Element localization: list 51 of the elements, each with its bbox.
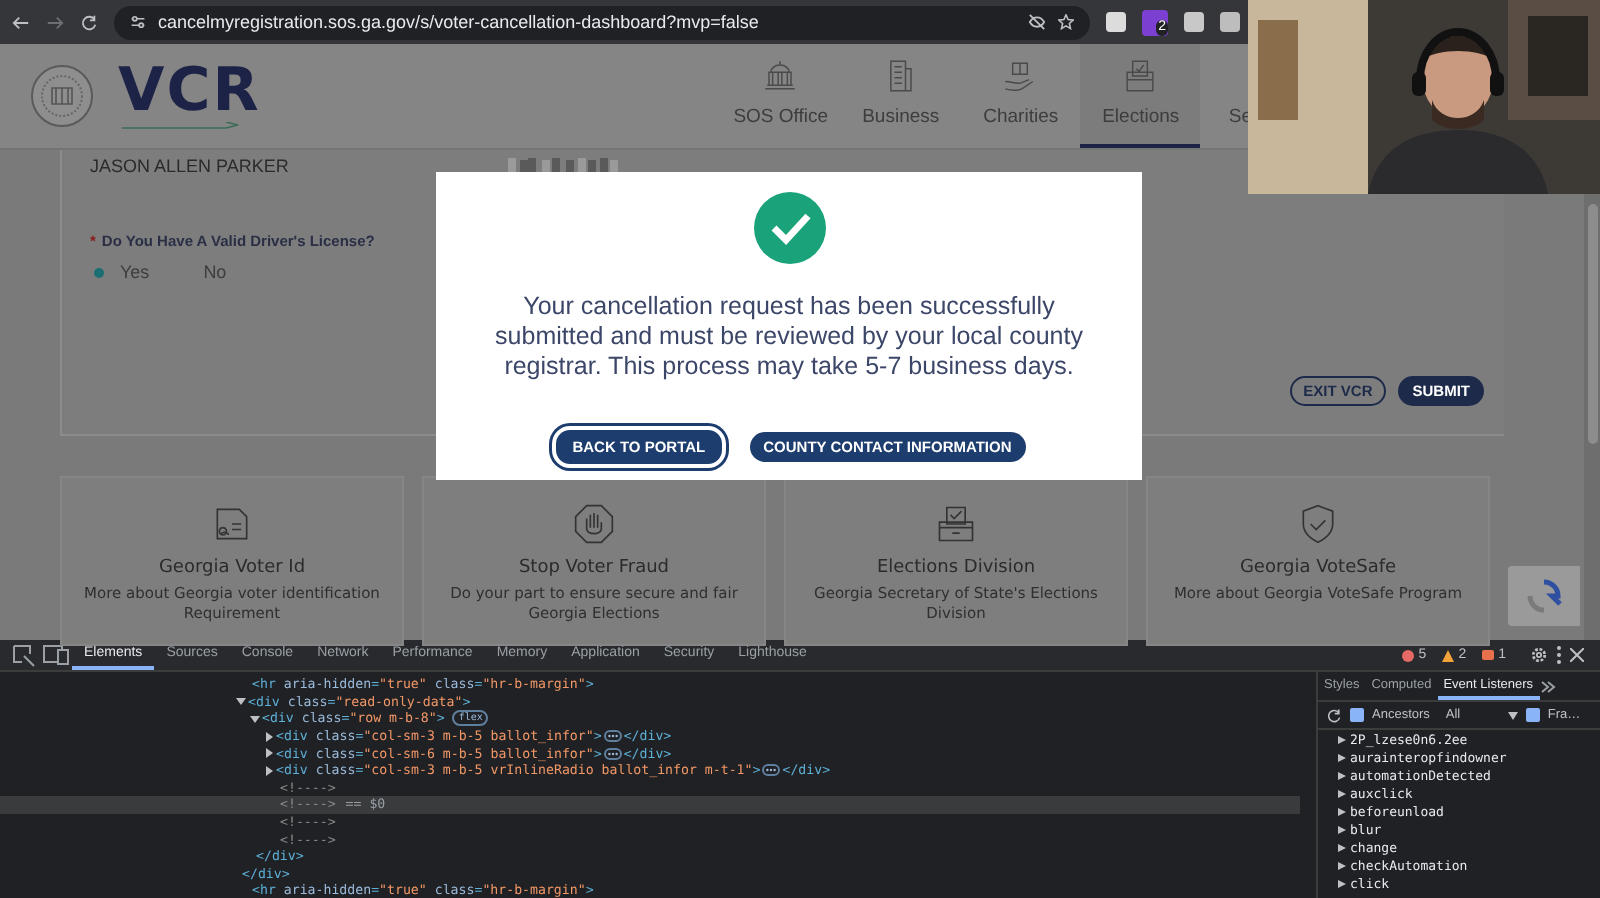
close-icon[interactable]	[1570, 648, 1584, 662]
check-circle-icon	[753, 192, 825, 264]
refresh-icon[interactable]	[1326, 707, 1342, 723]
expand-arrow-icon[interactable]	[264, 748, 274, 759]
back-icon[interactable]	[12, 13, 30, 31]
card-title: Stop Voter Fraud	[518, 558, 670, 578]
card-title: Georgia VoteSafe	[1239, 558, 1397, 578]
expand-arrow-icon[interactable]	[264, 731, 274, 742]
logo-text: VCR	[118, 61, 261, 121]
star-icon[interactable]	[1058, 14, 1074, 30]
expand-arrow-icon[interactable]	[1338, 825, 1346, 833]
error-icon	[1402, 649, 1415, 661]
more-options-icon[interactable]	[1556, 646, 1562, 664]
collapse-arrow-icon[interactable]	[250, 713, 260, 724]
card-title: Elections Division	[876, 558, 1036, 578]
logo-swoosh-icon	[118, 121, 242, 131]
scrollbar-thumb[interactable]	[1587, 204, 1597, 444]
ellipsis-icon[interactable]	[762, 764, 781, 777]
caret-icon	[1507, 711, 1518, 719]
recaptcha-icon	[1526, 578, 1562, 614]
voter-name: JASON ALLEN PARKER	[90, 156, 289, 176]
success-message: Your cancellation request has been successfully submitted and must be reviewed by your local county registrar. This process may take 5-7 business days.	[493, 292, 1085, 382]
ellipsis-icon[interactable]	[603, 747, 622, 760]
expand-arrow-icon[interactable]	[264, 765, 274, 776]
expand-arrow-icon[interactable]	[1338, 771, 1346, 779]
expand-arrow-icon[interactable]	[1338, 843, 1346, 851]
expand-arrow-icon[interactable]	[1338, 789, 1346, 797]
ballot-box-icon	[934, 502, 978, 546]
ancestors-checkbox[interactable]	[1350, 708, 1364, 722]
expand-arrow-icon[interactable]	[1338, 861, 1346, 869]
recaptcha-badge[interactable]	[1508, 566, 1580, 626]
ellipsis-icon[interactable]	[603, 730, 622, 743]
expand-arrow-icon[interactable]	[1338, 735, 1346, 743]
card-title: Georgia Voter Id	[158, 558, 306, 578]
eye-off-icon[interactable]	[1028, 14, 1046, 30]
expand-arrow-icon[interactable]	[1338, 879, 1346, 887]
issue-icon	[1482, 649, 1495, 661]
expand-arrow-icon[interactable]	[1338, 807, 1346, 815]
site-settings-icon[interactable]	[130, 14, 146, 30]
extension-icon[interactable]	[1106, 12, 1126, 32]
address-bar[interactable]: cancelmyregistration.sos.ga.gov/s/voter-cancellation-dashboard?mvp=false	[114, 5, 1090, 39]
settings-icon[interactable]	[1530, 646, 1548, 664]
redacted-text	[508, 158, 621, 174]
inspect-icon[interactable]	[8, 640, 40, 670]
expand-arrow-icon[interactable]	[1338, 753, 1346, 761]
framework-checkbox[interactable]	[1525, 708, 1540, 722]
collapse-arrow-icon[interactable]	[236, 696, 246, 707]
stop-hand-icon	[572, 502, 616, 546]
url-text: cancelmyregistration.sos.ga.gov/s/voter-cancellation-dashboard?mvp=false	[158, 12, 761, 32]
device-toolbar-icon[interactable]	[40, 640, 72, 670]
reload-icon[interactable]	[80, 13, 98, 31]
